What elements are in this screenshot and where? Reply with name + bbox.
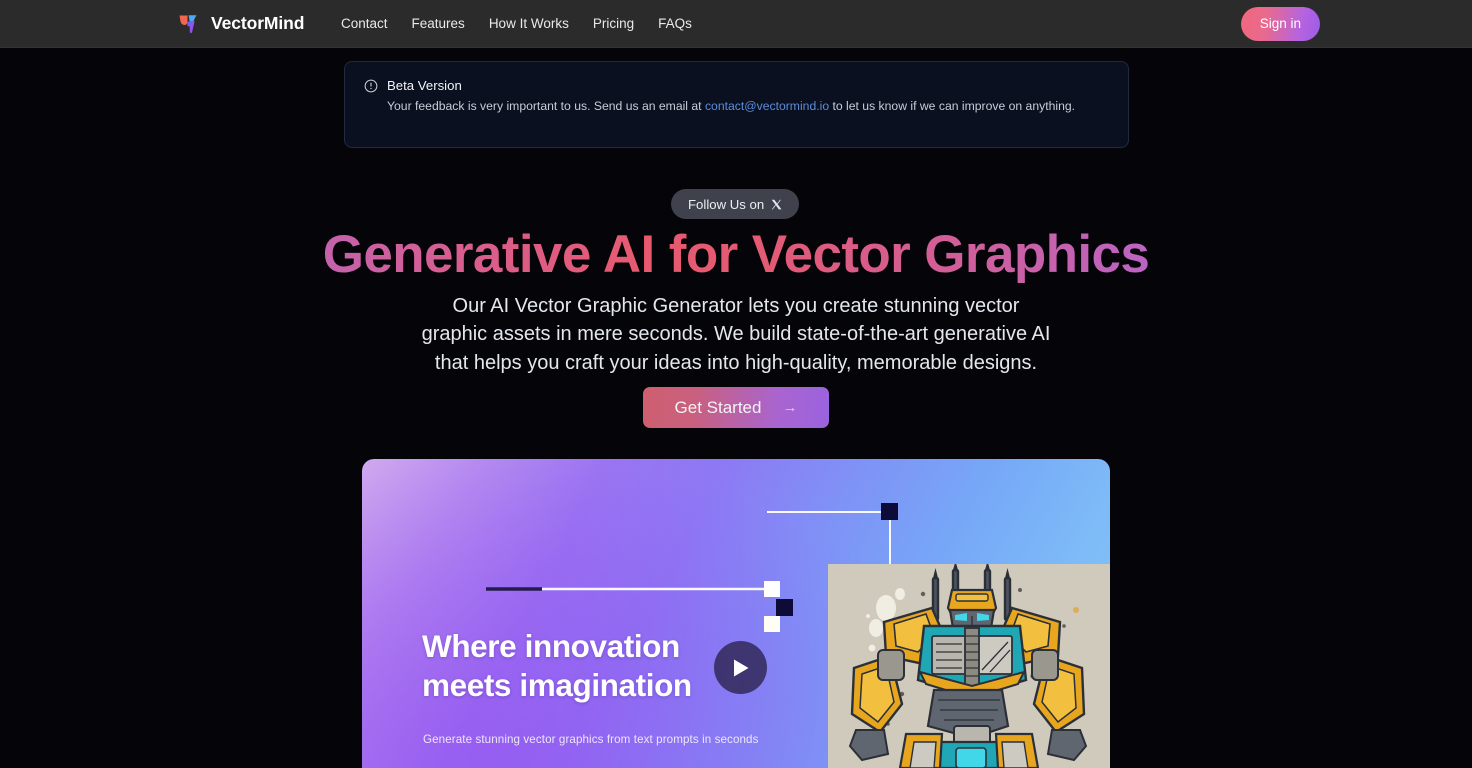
nav-link-contact[interactable]: Contact [341, 16, 388, 31]
hero-card-headline-line2: meets imagination [422, 667, 692, 703]
hero-showcase-card[interactable]: Where innovation meets imagination Gener… [362, 459, 1110, 768]
hero-card-caption: Generate stunning vector graphics from t… [423, 733, 759, 746]
sign-in-button[interactable]: Sign in [1240, 6, 1320, 41]
hero-subheading: Our AI Vector Graphic Generator lets you… [0, 292, 1472, 377]
subhead-line-3: that helps you craft your ideas into hig… [434, 351, 1038, 374]
nav-link-faqs[interactable]: FAQs [658, 16, 692, 31]
hero-card-headline-line1: Where innovation [422, 628, 680, 664]
get-started-button[interactable]: Get Started → [643, 387, 829, 428]
play-icon [733, 659, 748, 676]
hero-card-headline: Where innovation meets imagination [422, 627, 692, 705]
follow-pill-label: Follow Us on [688, 196, 765, 212]
hero-section: Follow Us on Generative AI for Vector Gr… [0, 0, 1472, 768]
page-title: Generative AI for Vector Graphics [0, 224, 1472, 286]
mecha-robot-illustration [828, 564, 1110, 768]
top-navbar: VectorMind Contact Features How It Works… [0, 0, 1472, 48]
nav-link-how-it-works[interactable]: How It Works [489, 16, 569, 31]
subhead-line-1: Our AI Vector Graphic Generator lets you… [452, 295, 1020, 317]
robot-artwork-panel [828, 564, 1110, 768]
get-started-label: Get Started [674, 397, 762, 417]
x-logo-icon [771, 199, 782, 209]
subhead-line-2: graphic assets in mere seconds. We build… [421, 323, 1051, 346]
follow-us-on-x-button[interactable]: Follow Us on [671, 189, 800, 219]
play-video-button[interactable] [714, 641, 767, 694]
brand-name: VectorMind [211, 13, 305, 33]
nav-links: Contact Features How It Works Pricing FA… [341, 16, 692, 31]
vectormind-logo-icon [179, 14, 197, 33]
arrow-right-icon: → [782, 399, 798, 416]
brand-block[interactable]: VectorMind [178, 13, 304, 35]
nav-link-features[interactable]: Features [412, 16, 465, 31]
nav-link-pricing[interactable]: Pricing [593, 16, 634, 31]
